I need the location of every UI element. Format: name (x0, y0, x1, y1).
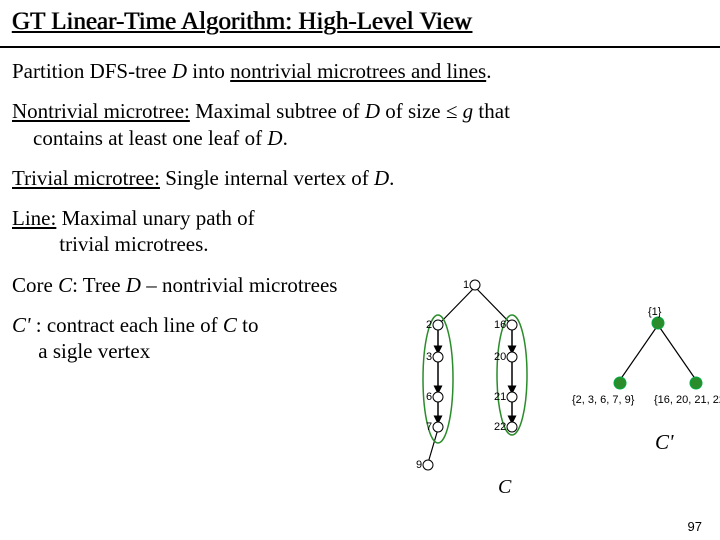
txt: trivial microtrees. (59, 232, 208, 256)
para-trivial: Trivial microtree: Single internal verte… (12, 165, 708, 191)
lbl-22: 22 (494, 421, 506, 433)
txt: Partition DFS-tree (12, 59, 172, 83)
var-C: C (223, 313, 237, 337)
lbl-9: 9 (416, 459, 422, 471)
title-rule (0, 46, 720, 48)
var-D: D (365, 99, 380, 123)
page-number: 97 (688, 519, 702, 534)
txt: . (486, 59, 491, 83)
para-nontrivial: Nontrivial microtree: Maximal subtree of… (12, 98, 708, 151)
txt: into (187, 59, 230, 83)
txt: Single internal vertex of (160, 166, 374, 190)
underlined: nontrivial microtrees and lines (230, 59, 486, 83)
var-C: C (58, 273, 72, 297)
var-g: g (457, 99, 473, 123)
term: Line: (12, 206, 56, 230)
label-Cprime: C' (655, 430, 674, 455)
term: Trivial microtree: (12, 166, 160, 190)
txt: Core (12, 273, 58, 297)
para-partition: Partition DFS-tree D into nontrivial mic… (12, 58, 708, 84)
tree-svg: 1 2 3 6 7 9 16 20 21 22 C {1} {2, 3, 6, … (400, 275, 720, 515)
lbl-set-top: {1} (648, 306, 662, 318)
lbl-3: 3 (426, 351, 432, 363)
var-D: D (172, 59, 187, 83)
leq: ≤ (446, 99, 458, 123)
txt: a sigle vertex (38, 339, 150, 363)
txt: Maximal subtree of (190, 99, 365, 123)
para-line: Line: Maximal unary path of trivial micr… (12, 205, 708, 258)
txt: of size (380, 99, 446, 123)
lbl-16: 16 (494, 319, 506, 331)
txt: . (283, 126, 288, 150)
txt: Maximal unary path of (56, 206, 254, 230)
txt: . (389, 166, 394, 190)
var-D: D (126, 273, 141, 297)
txt: that (473, 99, 510, 123)
term: Nontrivial microtree: (12, 99, 190, 123)
txt: : Tree (72, 273, 126, 297)
label-C: C (498, 476, 512, 498)
lbl-set-right: {16, 20, 21, 22} (654, 394, 720, 406)
txt: contains at least one leaf of (33, 126, 267, 150)
lbl-6: 6 (426, 391, 432, 403)
txt: to (237, 313, 259, 337)
diagram: 1 2 3 6 7 9 16 20 21 22 C {1} {2, 3, 6, … (400, 275, 720, 515)
var-D: D (267, 126, 282, 150)
txt: : contract each line of (31, 313, 223, 337)
lbl-7: 7 (426, 421, 432, 433)
lbl-20: 20 (494, 351, 506, 363)
var-D: D (374, 166, 389, 190)
var-Cprime: C' (12, 313, 31, 337)
lbl-2: 2 (426, 319, 432, 331)
lbl-1: 1 (463, 279, 469, 291)
lbl-set-left: {2, 3, 6, 7, 9} (572, 394, 635, 406)
slide-title: GT Linear-Time Algorithm: High-Level Vie… (12, 8, 708, 40)
lbl-21: 21 (494, 391, 506, 403)
txt: – nontrivial microtrees (141, 273, 338, 297)
